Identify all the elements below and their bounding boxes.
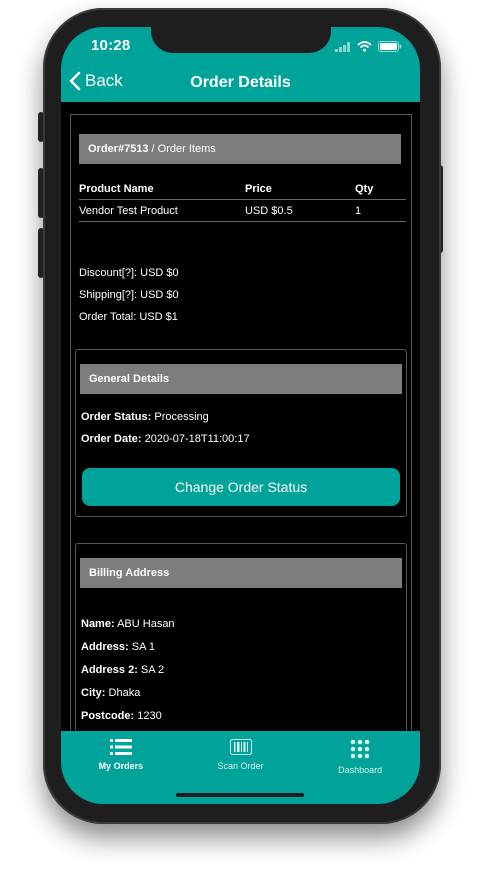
billing-address-label: Address: — [81, 641, 129, 653]
billing-address2-line: Address 2: SA 2 — [76, 659, 406, 681]
billing-name-line: Name: ABU Hasan — [76, 613, 406, 635]
column-header-qty: Qty — [355, 182, 374, 195]
order-date-value: 2020-07-18T11:00:17 — [144, 433, 250, 445]
billing-name-value: ABU Hasan — [117, 618, 175, 630]
table-header-row: Product Name Price Qty — [79, 178, 406, 200]
tab-label-dashboard: Dashboard — [338, 765, 383, 775]
discount-line: Discount[?]: USD $0 — [79, 267, 179, 279]
general-details-title: General Details — [89, 373, 170, 385]
battery-icon — [378, 41, 402, 52]
table-row: Vendor Test Product USD $0.5 1 — [79, 200, 406, 222]
grid-icon — [350, 739, 370, 759]
signal-icon — [335, 41, 350, 52]
billing-address-header: Billing Address — [80, 558, 402, 588]
order-date-line: Order Date: 2020-07-18T11:00:17 — [76, 428, 406, 450]
column-header-product: Product Name — [79, 182, 154, 195]
barcode-icon — [229, 739, 252, 755]
tab-label-my-orders: My Orders — [98, 761, 144, 771]
cell-product: Vendor Test Product — [79, 204, 178, 217]
billing-address2-label: Address 2: — [81, 664, 138, 676]
order-items-label: / Order Items — [151, 143, 216, 155]
order-items-table: Product Name Price Qty Vendor Test Produ… — [79, 178, 406, 222]
order-number: Order#7513 — [88, 143, 149, 155]
billing-postcode-line: Postcode: 1230 — [76, 705, 406, 727]
status-time: 10:28 — [91, 37, 131, 54]
tab-bar: My Orders Scan Order Dashboard — [61, 731, 420, 804]
billing-address-title: Billing Address — [89, 567, 170, 579]
tab-dashboard[interactable]: Dashboard — [300, 731, 420, 804]
shipping-line: Shipping[?]: USD $0 — [79, 289, 179, 301]
status-icons — [335, 41, 402, 52]
billing-city-value: Dhaka — [108, 687, 141, 699]
billing-address-line: Address: SA 1 — [76, 636, 406, 658]
tab-my-orders[interactable]: My Orders — [61, 731, 181, 804]
general-details-header: General Details — [80, 364, 402, 394]
phone-screen: 10:28 Back Order Details Order#7513 / Or… — [61, 27, 420, 804]
billing-postcode-value: 1230 — [137, 710, 162, 722]
billing-postcode-label: Postcode: — [81, 710, 135, 722]
billing-city-label: City: — [81, 687, 106, 699]
billing-address-value: SA 1 — [131, 641, 155, 653]
billing-name-label: Name: — [81, 618, 115, 630]
order-status-label: Order Status: — [81, 411, 152, 423]
wifi-icon — [357, 41, 372, 52]
order-status-value: Processing — [154, 411, 209, 423]
home-indicator — [176, 793, 304, 797]
order-total-line: Order Total: USD $1 — [79, 311, 178, 323]
order-status-line: Order Status: Processing — [76, 406, 406, 428]
list-icon — [109, 739, 132, 755]
change-order-status-button[interactable]: Change Order Status — [82, 468, 400, 506]
billing-city-line: City: Dhaka — [76, 682, 406, 704]
page-title: Order Details — [190, 74, 291, 91]
order-date-label: Order Date: — [81, 433, 142, 445]
column-header-price: Price — [245, 182, 272, 195]
general-details-card: General Details Order Status: Processing… — [75, 349, 407, 517]
cell-qty: 1 — [355, 204, 362, 217]
order-totals: Discount[?]: USD $0 Shipping[?]: USD $0 … — [79, 262, 179, 328]
cell-price: USD $0.5 — [245, 204, 293, 217]
tab-label-scan-order: Scan Order — [217, 761, 264, 771]
billing-address2-value: SA 2 — [140, 664, 165, 676]
notch — [151, 27, 331, 53]
order-items-header: Order#7513 / Order Items — [79, 134, 401, 164]
